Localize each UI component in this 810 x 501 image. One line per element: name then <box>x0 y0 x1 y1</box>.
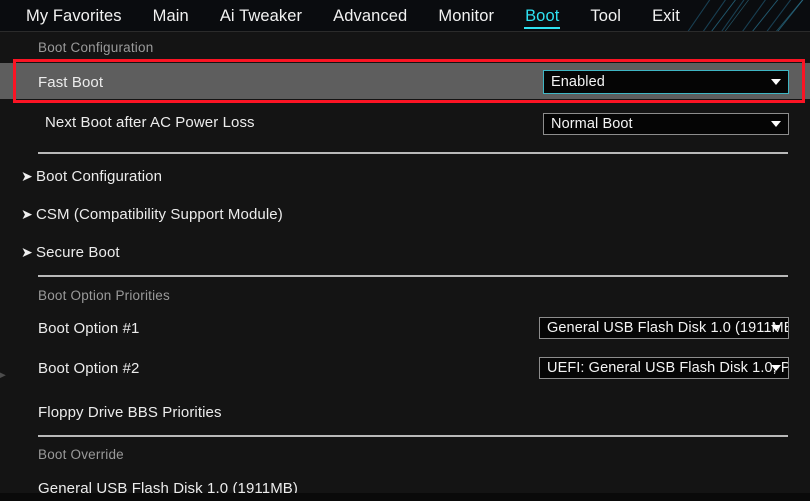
tab-ai-tweaker[interactable]: Ai Tweaker <box>220 0 302 32</box>
section-header-boot-configuration: Boot Configuration <box>38 40 154 55</box>
boot-option-1-dropdown[interactable]: General USB Flash Disk 1.0 (1911MB) <box>539 317 789 339</box>
section-divider <box>38 152 788 154</box>
floppy-drive-bbs-priorities-label[interactable]: Floppy Drive BBS Priorities <box>38 404 222 421</box>
setting-label-fast-boot: Fast Boot <box>38 74 104 91</box>
next-boot-after-ac-power-loss-dropdown[interactable]: Normal Boot <box>543 113 789 135</box>
bottom-edge-bar <box>0 493 810 501</box>
submenu-item-secure-boot[interactable]: ➤ Secure Boot <box>21 244 120 261</box>
boot-option-1-value: General USB Flash Disk 1.0 (1911MB) <box>547 320 789 336</box>
right-arrow-icon: ➤ <box>21 244 33 260</box>
tab-advanced[interactable]: Advanced <box>333 0 407 32</box>
boot-option-2-dropdown[interactable]: UEFI: General USB Flash Disk 1.0, Partit… <box>539 357 789 379</box>
boot-option-2-value: UEFI: General USB Flash Disk 1.0, Partit… <box>547 360 788 376</box>
settings-panel: Boot Configuration Fast Boot Enabled Nex… <box>0 32 810 497</box>
submenu-label: Secure Boot <box>36 244 120 261</box>
tab-monitor[interactable]: Monitor <box>438 0 494 32</box>
menu-tab-list: My Favorites Main Ai Tweaker Advanced Mo… <box>0 0 711 32</box>
chevron-down-icon <box>771 79 781 85</box>
next-boot-value: Normal Boot <box>551 116 633 132</box>
submenu-label: CSM (Compatibility Support Module) <box>36 206 283 223</box>
submenu-item-boot-configuration[interactable]: ➤ Boot Configuration <box>21 168 162 185</box>
section-header-boot-override: Boot Override <box>38 447 124 462</box>
tab-main[interactable]: Main <box>153 0 189 32</box>
fast-boot-dropdown[interactable]: Enabled <box>543 70 789 94</box>
boot-option-2-label: Boot Option #2 <box>38 360 140 377</box>
tab-my-favorites[interactable]: My Favorites <box>26 0 122 32</box>
boot-option-1-label: Boot Option #1 <box>38 320 140 337</box>
main-menu-bar: My Favorites Main Ai Tweaker Advanced Mo… <box>0 0 810 32</box>
tab-tool[interactable]: Tool <box>590 0 621 32</box>
right-arrow-icon: ➤ <box>21 168 33 184</box>
tab-exit[interactable]: Exit <box>652 0 680 32</box>
submenu-label: Boot Configuration <box>36 168 163 185</box>
chevron-down-icon <box>771 325 781 331</box>
section-header-boot-option-priorities: Boot Option Priorities <box>38 288 170 303</box>
chevron-down-icon <box>771 121 781 127</box>
submenu-item-csm[interactable]: ➤ CSM (Compatibility Support Module) <box>21 206 283 223</box>
section-divider <box>38 435 788 437</box>
mouse-cursor-icon: ➤ <box>0 367 7 384</box>
setting-label-next-boot-after-ac-power-loss: Next Boot after AC Power Loss <box>45 114 255 131</box>
chevron-down-icon <box>771 365 781 371</box>
bios-setup-screen: My Favorites Main Ai Tweaker Advanced Mo… <box>0 0 810 501</box>
section-divider <box>38 275 788 277</box>
right-arrow-icon: ➤ <box>21 206 33 222</box>
tab-boot[interactable]: Boot <box>524 0 561 32</box>
fast-boot-value: Enabled <box>551 74 605 90</box>
